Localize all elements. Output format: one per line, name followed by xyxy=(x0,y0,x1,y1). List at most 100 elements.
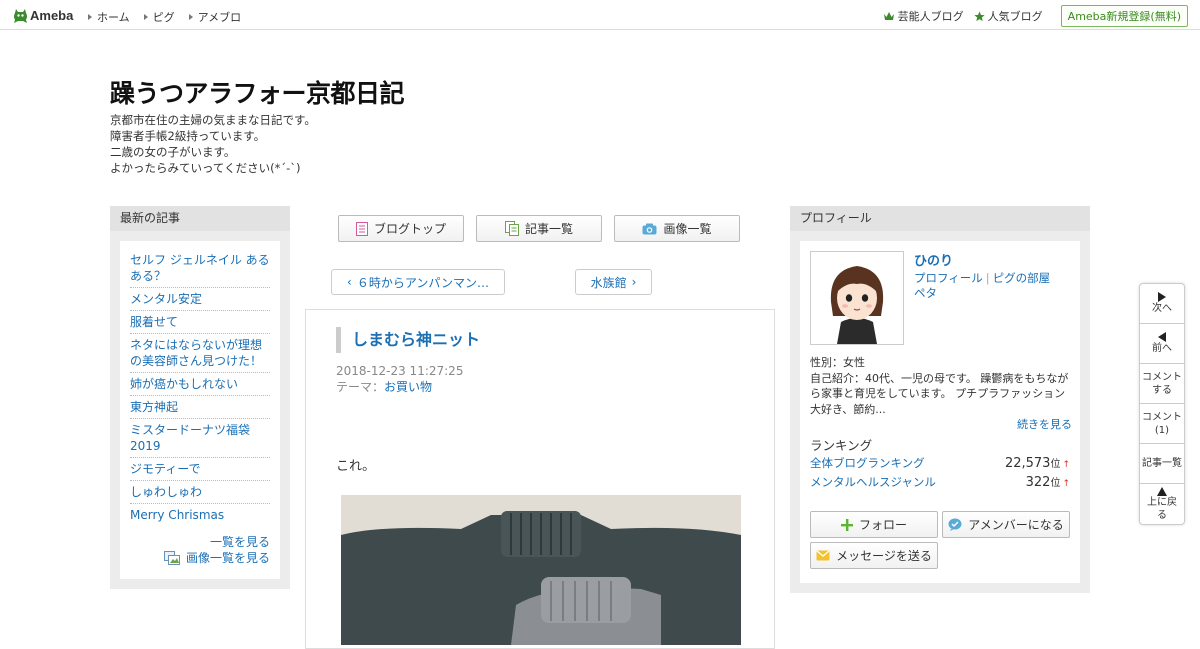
triangle-right-icon xyxy=(143,14,148,20)
float-entries-button[interactable]: 記事一覧 xyxy=(1140,444,1184,484)
entry-body-text: これ。 xyxy=(336,459,376,474)
image-list-label: 画像一覧 xyxy=(663,222,712,236)
recent-entry-link[interactable]: ネタにはならないが理想の美容師さん見つけた！ xyxy=(130,338,262,368)
description-line: 二歳の女の子がいます。 xyxy=(110,145,236,159)
follow-button[interactable]: フォロー xyxy=(810,511,938,538)
ranking-label-link[interactable]: 全体ブログランキング xyxy=(810,455,925,471)
entry-meta: 2018-12-23 11:27:25 テーマ：お買い物 xyxy=(336,363,463,395)
recent-entries-heading: 最新の記事 xyxy=(110,206,290,231)
amember-label: アメンバーになる xyxy=(968,518,1064,532)
list-item: Merry Chrismas xyxy=(130,504,270,526)
arrow-up-icon xyxy=(1157,486,1167,496)
blog-title[interactable]: 躁うつアラフォー京都日記 xyxy=(110,74,405,110)
header-right: 芸能人ブログ 人気ブログ Ameba新規登録(無料) xyxy=(883,5,1188,27)
float-next-label: 次へ xyxy=(1152,303,1172,314)
float-comment-label: コメント xyxy=(1142,371,1182,383)
entry-title[interactable]: しまむら神ニット xyxy=(336,327,480,353)
rank-up-icon: ↑ xyxy=(1062,479,1070,489)
float-comment-label: する xyxy=(1152,384,1172,396)
see-all-link[interactable]: 一覧を見る xyxy=(210,535,270,549)
recent-entry-link[interactable]: 東方神起 xyxy=(130,400,178,414)
image-list-button[interactable]: 画像一覧 xyxy=(614,215,740,242)
floating-nav: 次へ 前へ コメント する コメント (1) 記事一覧 上に戻 る xyxy=(1139,283,1185,525)
amember-button[interactable]: アメンバーになる xyxy=(942,511,1070,538)
recent-entry-link[interactable]: 姉が癌かもしれない xyxy=(130,377,238,391)
chevron-right-icon: › xyxy=(631,275,637,289)
avatar[interactable] xyxy=(810,251,904,345)
entries-icon xyxy=(504,221,519,236)
float-prev-button[interactable]: 前へ xyxy=(1140,324,1184,364)
float-next-button[interactable]: 次へ xyxy=(1140,284,1184,324)
list-item: 姉が癌かもしれない xyxy=(130,373,270,396)
float-top-label: る xyxy=(1157,509,1167,521)
see-images-link[interactable]: 画像一覧を見る xyxy=(186,550,270,566)
ranking-row: 全体ブログランキング 22,573位 ↑ xyxy=(810,455,1070,471)
recent-entry-link[interactable]: ジモティーで xyxy=(130,462,201,476)
prev-entry-link[interactable]: ‹ ６時からアンパンマン… xyxy=(331,269,505,295)
blog-top-button[interactable]: ブログトップ xyxy=(338,215,464,242)
float-comment-button[interactable]: コメント する xyxy=(1140,364,1184,404)
nav-pig[interactable]: ピグ xyxy=(143,9,175,25)
ranking-label-link[interactable]: メンタルヘルスジャンル xyxy=(810,474,936,490)
nav-home-label: ホーム xyxy=(97,11,130,24)
profile-name[interactable]: ひのり xyxy=(914,250,953,269)
recent-entry-link[interactable]: 服着せて xyxy=(130,315,178,329)
nav-ameblo-label: アメブロ xyxy=(197,11,242,24)
list-item: ミスタードーナツ福袋2019 xyxy=(130,419,270,458)
celebrity-blog-link[interactable]: 芸能人ブログ xyxy=(883,8,964,24)
celebrity-blog-label: 芸能人ブログ xyxy=(897,10,964,23)
register-button[interactable]: Ameba新規登録(無料) xyxy=(1060,5,1188,27)
message-button[interactable]: メッセージを送る xyxy=(810,542,938,569)
popular-blog-label: 人気ブログ xyxy=(987,10,1043,23)
chevron-left-icon: ‹ xyxy=(347,275,352,289)
description-line: 障害者手帳2級持っています。 xyxy=(110,129,266,143)
list-item: ネタにはならないが理想の美容師さん見つけた！ xyxy=(130,334,270,373)
popular-blog-link[interactable]: 人気ブログ xyxy=(974,8,1043,24)
play-right-icon xyxy=(1158,292,1166,302)
ranking-unit: 位 xyxy=(1050,459,1061,470)
profile-link[interactable]: プロフィール xyxy=(914,271,983,285)
theme-link[interactable]: お買い物 xyxy=(384,380,432,394)
pig-room-link[interactable]: ピグの部屋 xyxy=(993,271,1051,285)
ameba-logo[interactable]: Ameba xyxy=(13,6,73,24)
triangle-right-icon xyxy=(88,14,92,20)
recent-entry-link[interactable]: ミスタードーナツ福袋2019 xyxy=(130,423,250,453)
nav-home[interactable]: ホーム xyxy=(88,9,130,25)
next-entry-link[interactable]: 水族館 › xyxy=(575,269,652,295)
float-top-button[interactable]: 上に戻 る xyxy=(1140,484,1184,524)
blog-nav-buttons: ブログトップ 記事一覧 画像一覧 xyxy=(338,215,752,242)
camera-icon xyxy=(642,223,657,234)
separator: | xyxy=(985,271,990,285)
recent-entries-list: セルフ ジェルネイル あるある？ メンタル安定 服着せて ネタにはならないが理想… xyxy=(130,249,270,526)
prev-entry-label: ６時からアンパンマン… xyxy=(356,275,489,290)
global-header: Ameba ホーム ピグ アメブロ 芸能人ブログ 人気ブログ Ameba新規登録… xyxy=(0,0,1200,30)
nav-ameblo[interactable]: アメブロ xyxy=(188,9,242,25)
follow-label: フォロー xyxy=(858,518,907,532)
profile-body: ひのり プロフィール | ピグの部屋 ペタ 性別：女性 自己紹介：40代、一児の母で… xyxy=(800,241,1080,583)
nav-pig-label: ピグ xyxy=(152,11,175,24)
crown-icon xyxy=(883,12,894,20)
entry-list-label: 記事一覧 xyxy=(524,222,573,236)
ranking-unit: 位 xyxy=(1050,478,1061,489)
recent-entry-link[interactable]: メンタル安定 xyxy=(130,292,202,306)
image-list-icon xyxy=(163,551,180,565)
rank-up-icon: ↑ xyxy=(1062,460,1070,470)
peta-link[interactable]: ペタ xyxy=(914,286,937,300)
float-comment-count-label: コメント xyxy=(1142,411,1182,423)
message-label: メッセージを送る xyxy=(836,549,932,563)
plus-icon xyxy=(840,518,853,531)
triangle-right-icon xyxy=(188,14,193,20)
ameba-logo-icon xyxy=(14,8,27,23)
profile-gender: 性別：女性 xyxy=(810,356,865,369)
entry-photo[interactable] xyxy=(341,495,741,645)
recent-entry-link[interactable]: Merry Chrismas xyxy=(130,508,224,522)
list-item: セルフ ジェルネイル あるある？ xyxy=(130,249,270,288)
recent-entry-link[interactable]: しゅわしゅわ xyxy=(130,485,202,499)
list-item: メンタル安定 xyxy=(130,288,270,311)
float-entries-label: 記事一覧 xyxy=(1142,458,1182,469)
float-comment-count-button[interactable]: コメント (1) xyxy=(1140,404,1184,444)
entry-list-button[interactable]: 記事一覧 xyxy=(476,215,602,242)
read-more-link[interactable]: 続きを見る xyxy=(1017,418,1072,431)
recent-entry-link[interactable]: セルフ ジェルネイル あるある？ xyxy=(130,253,270,283)
knit-sweater-photo xyxy=(341,495,741,645)
